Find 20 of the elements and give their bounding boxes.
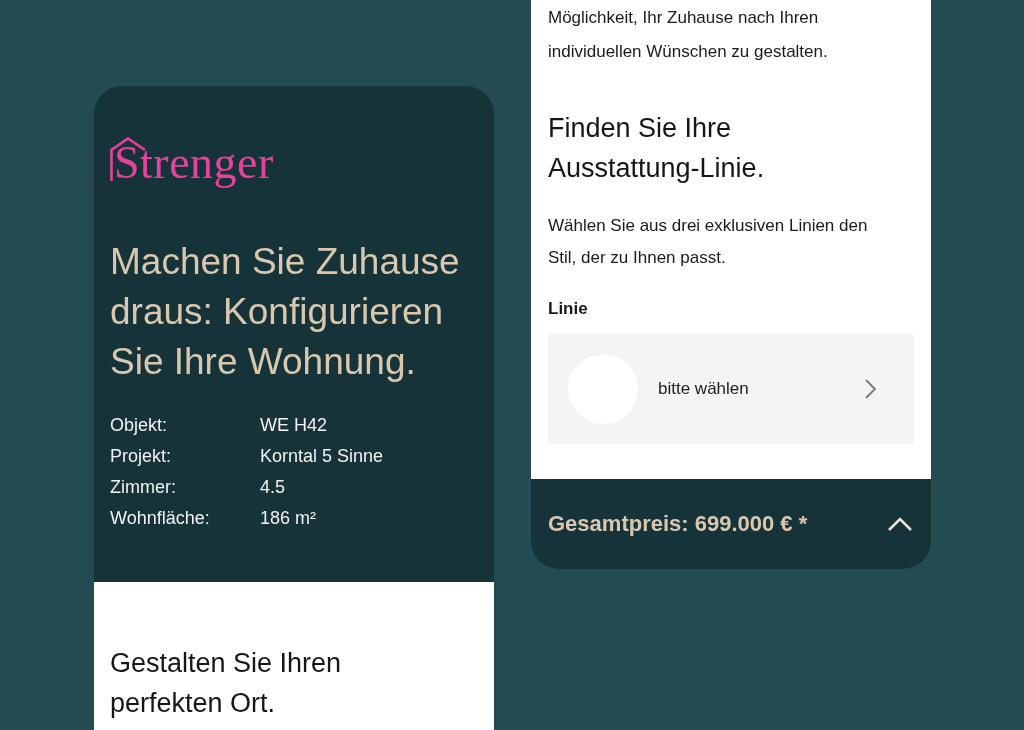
- detail-label: Wohnfläche:: [110, 507, 210, 530]
- total-price: Gesamtpreis: 699.000 € *: [548, 511, 808, 537]
- detail-label: Zimmer:: [110, 476, 176, 499]
- field-label: Linie: [548, 298, 588, 320]
- chevron-up-icon: [887, 516, 913, 532]
- detail-value: Korntal 5 Sinne: [260, 445, 384, 468]
- chevron-right-icon: [865, 379, 876, 399]
- line-select[interactable]: bitte wählen: [548, 334, 914, 444]
- detail-value: WE H42: [260, 414, 328, 437]
- detail-value: 186 m²: [260, 507, 317, 530]
- intro-paragraph: Möglichkeit, Ihr Zuhause nach Ihren individuellen Wünschen zu gestalten.: [548, 7, 829, 63]
- detail-label: Projekt:: [110, 445, 172, 468]
- section-heading: Gestalten Sie Ihren perfekten Ort.: [110, 647, 343, 720]
- intro-heading: Machen Sie Zuhause draus: Konfigurieren Sie Ihre Wohnung.: [110, 240, 461, 384]
- brand-logo: Strenger: [110, 137, 274, 189]
- expand-toggle-button[interactable]: [887, 516, 913, 532]
- detail-label: Objekt:: [110, 414, 168, 437]
- description-paragraph: Wählen Sie aus drei exklusiven Linien den Stil, der zu Ihnen passt.: [548, 215, 869, 269]
- section-heading: Finden Sie Ihre Ausstattung-Linie.: [548, 112, 766, 185]
- detail-value: 4.5: [260, 476, 286, 499]
